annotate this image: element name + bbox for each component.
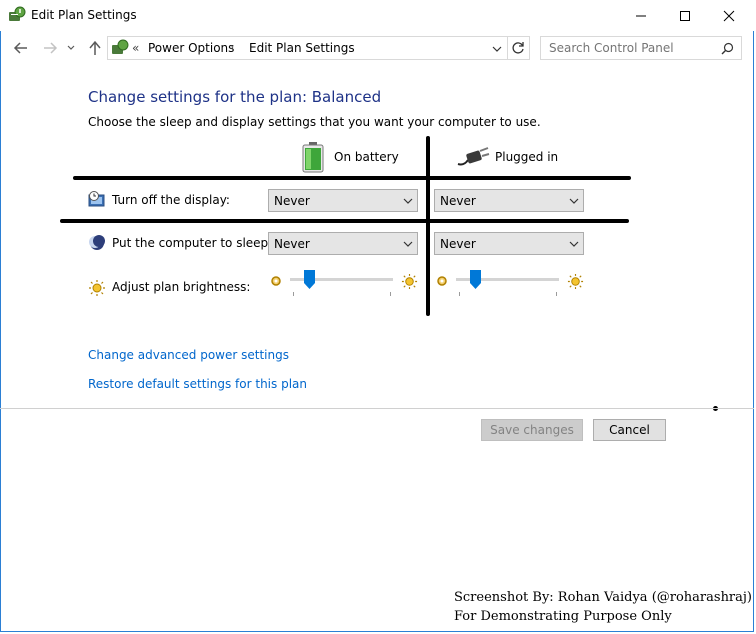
annotation-horizontal-line [60, 219, 629, 223]
display-battery-select[interactable]: Never [268, 189, 418, 212]
breadcrumb-separator-icon: › [230, 42, 234, 53]
annotation-horizontal-line [73, 176, 631, 180]
column-header-plugged-in: Plugged in [495, 150, 559, 164]
breadcrumb-power-options[interactable]: Power Options [148, 41, 234, 55]
display-plugged-select[interactable]: Never [434, 189, 584, 212]
cancel-button[interactable]: Cancel [593, 419, 666, 441]
display-battery-value: Never [274, 194, 310, 208]
change-advanced-settings-link[interactable]: Change advanced power settings [88, 348, 289, 362]
brightness-label: Adjust plan brightness: [112, 280, 251, 294]
close-icon [723, 10, 735, 21]
minimize-icon [636, 15, 646, 16]
address-dropdown-icon[interactable] [492, 45, 502, 53]
back-arrow-icon [13, 42, 27, 54]
slider-tick [556, 292, 557, 296]
search-box[interactable] [540, 36, 742, 60]
breadcrumb-overflow[interactable]: « [132, 41, 139, 55]
address-divider [507, 37, 508, 59]
brightness-high-icon [401, 273, 418, 290]
page-subtitle: Choose the sleep and display settings th… [88, 115, 541, 129]
search-input[interactable] [547, 40, 721, 56]
display-timeout-label: Turn off the display: [112, 193, 230, 207]
sleep-plugged-select[interactable]: Never [434, 232, 584, 255]
close-button[interactable] [706, 0, 752, 31]
display-plugged-value: Never [440, 194, 476, 208]
restore-defaults-link[interactable]: Restore default settings for this plan [88, 377, 307, 391]
up-arrow-icon [89, 40, 101, 55]
brightness-battery-slider[interactable] [290, 270, 395, 300]
address-bar[interactable]: « Power Options › Edit Plan Settings [107, 36, 530, 60]
forward-arrow-icon [44, 42, 58, 54]
window-title: Edit Plan Settings [31, 8, 137, 22]
slider-tick [293, 292, 294, 296]
back-button[interactable] [11, 38, 31, 58]
title-bar: Edit Plan Settings [0, 0, 756, 31]
battery-icon [302, 142, 324, 173]
brightness-sun-icon [89, 280, 105, 296]
recent-locations-button[interactable] [64, 38, 78, 58]
power-plug-icon [457, 147, 490, 166]
annotation-vertical-line [426, 136, 430, 316]
maximize-icon [680, 10, 690, 21]
display-clock-icon [88, 191, 105, 207]
brightness-low-icon [271, 276, 281, 286]
forward-button[interactable] [40, 38, 60, 58]
maximize-button[interactable] [662, 0, 708, 31]
chevron-down-icon [67, 45, 75, 50]
slider-thumb[interactable] [470, 270, 481, 289]
slider-tick [459, 292, 460, 296]
slider-tick [390, 292, 391, 296]
power-options-icon [112, 39, 129, 54]
refresh-icon[interactable] [511, 41, 525, 55]
chevron-down-icon [569, 198, 579, 204]
sleep-plugged-value: Never [440, 237, 476, 251]
column-header-battery: On battery [334, 150, 399, 164]
page-title: Change settings for the plan: Balanced [88, 88, 382, 106]
brightness-high-icon [567, 273, 584, 290]
slider-thumb[interactable] [304, 270, 315, 289]
brightness-plugged-slider[interactable] [456, 270, 561, 300]
chevron-down-icon [569, 241, 579, 247]
watermark-credit: Screenshot By: Rohan Vaidya (@roharashra… [454, 590, 753, 605]
watermark-disclaimer: For Demonstrating Purpose Only [454, 609, 672, 624]
brightness-low-icon [437, 276, 447, 286]
minimize-button[interactable] [618, 0, 664, 31]
sleep-moon-icon [89, 235, 105, 250]
save-changes-button[interactable]: Save changes [481, 419, 583, 441]
footer-divider [0, 408, 754, 409]
up-button[interactable] [85, 38, 105, 58]
breadcrumb-edit-plan-settings[interactable]: Edit Plan Settings [249, 41, 355, 55]
sleep-timeout-label: Put the computer to sleep: [112, 236, 273, 250]
power-options-icon [9, 6, 26, 21]
sleep-battery-value: Never [274, 237, 310, 251]
search-icon[interactable] [721, 42, 734, 55]
chevron-down-icon [403, 241, 413, 247]
sleep-battery-select[interactable]: Never [268, 232, 418, 255]
chevron-down-icon [403, 198, 413, 204]
